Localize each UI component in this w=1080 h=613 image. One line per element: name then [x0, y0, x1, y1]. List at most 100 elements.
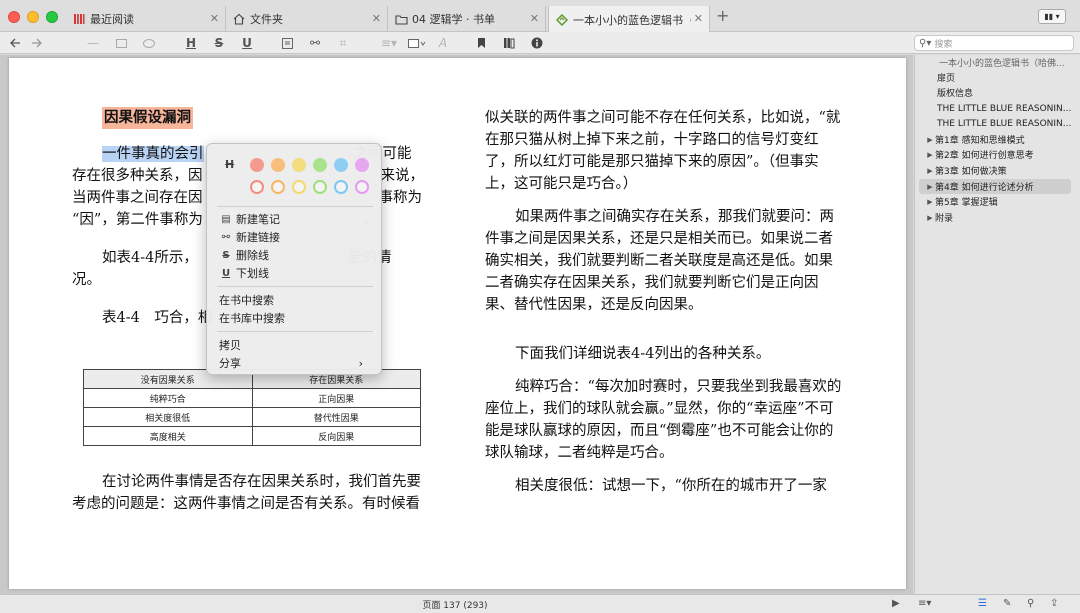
toc-label: 一本小小的蓝色逻辑书（哈佛...	[939, 59, 1065, 69]
color-box-icon[interactable]	[406, 35, 428, 51]
tab-bar: 最近阅读 ✕ 文件夹 ✕ 04 逻辑学 · 书单 ✕ 一本小小的蓝色逻辑书（哈佛…	[0, 0, 1080, 33]
color-swatch-purple[interactable]	[355, 158, 369, 172]
color-swatch-red-light[interactable]	[250, 180, 264, 194]
toc-item-chapter-5[interactable]: ▶ 第5章 掌握逻辑	[915, 194, 1079, 209]
toc-item-chapter-1[interactable]: ▶ 第1章 感知和思维模式	[915, 132, 1079, 147]
tab-reading-list[interactable]: 04 逻辑学 · 书单 ✕	[388, 6, 546, 32]
menu-item-search-library[interactable]: 在书库中搜索	[219, 310, 373, 326]
maximize-window-button[interactable]	[46, 11, 58, 23]
view-mode-button[interactable]: ▮▮ ▾	[1038, 9, 1066, 24]
text-line: 来说，	[380, 168, 425, 184]
close-icon[interactable]: ✕	[694, 12, 703, 25]
color-swatch-purple-light[interactable]	[355, 180, 369, 194]
menu-item-share[interactable]: 分享 ›	[219, 355, 373, 371]
highlight-style-toggle[interactable]: H	[225, 158, 234, 171]
menu-item-underline[interactable]: U 下划线	[219, 265, 373, 281]
toc-item[interactable]: 版权信息	[915, 85, 1079, 100]
rectangle-tool-icon[interactable]	[114, 35, 128, 51]
line-tool-icon[interactable]: —	[86, 35, 100, 51]
highlight-tool[interactable]: H	[184, 35, 198, 51]
search-input[interactable]: ⚲▾ 搜索	[914, 35, 1074, 51]
disclosure-triangle-icon[interactable]: ▶	[925, 183, 935, 191]
text-tool[interactable]: A	[436, 35, 450, 51]
info-icon[interactable]	[530, 35, 544, 51]
color-swatch-green-light[interactable]	[313, 180, 327, 194]
strikethrough-tool[interactable]: S	[212, 35, 226, 51]
underline-tool[interactable]: U	[240, 35, 254, 51]
color-swatch-green[interactable]	[313, 158, 327, 172]
toc-item[interactable]: 扉页	[915, 70, 1079, 85]
link-icon[interactable]: ⚯	[308, 35, 322, 51]
annotations-icon[interactable]: ✎	[1003, 598, 1011, 609]
tab-label: 一本小小的蓝色逻辑书（哈佛大	[573, 13, 691, 27]
menu-item-search-book[interactable]: 在书中搜索	[219, 292, 373, 308]
disclosure-triangle-icon[interactable]: ▶	[925, 167, 935, 175]
ellipse-tool-icon[interactable]	[142, 35, 156, 51]
toc-item-chapter-4[interactable]: ▶ 第4章 如何进行论述分析	[919, 179, 1071, 194]
menu-item-copy[interactable]: 拷贝	[219, 337, 373, 353]
link-icon: ⚯	[221, 231, 231, 243]
page-indicator[interactable]: 页面 137 (293)	[380, 598, 530, 611]
disclosure-triangle-icon[interactable]: ▶	[925, 136, 935, 144]
color-swatch-yellow-light[interactable]	[292, 180, 306, 194]
toc-item-chapter-3[interactable]: ▶ 第3章 如何做决策	[915, 163, 1079, 178]
toc-item-book-title[interactable]: 一本小小的蓝色逻辑书（哈佛...	[915, 55, 1079, 70]
color-swatch-yellow[interactable]	[292, 158, 306, 172]
section-heading[interactable]: 因果假设漏洞	[102, 107, 193, 129]
note-icon[interactable]	[280, 35, 294, 51]
text-line: 当两件事之间存在因	[72, 190, 203, 206]
text-line: 事称为	[378, 190, 423, 206]
search-icon[interactable]: ⚲	[1027, 598, 1034, 609]
close-icon[interactable]: ✕	[372, 12, 381, 25]
close-icon[interactable]: ✕	[210, 12, 219, 25]
color-swatch-blue-light[interactable]	[334, 180, 348, 194]
sidebar-menu-icon[interactable]: ≡▾	[918, 598, 931, 609]
table-cell: 纯粹巧合	[83, 388, 253, 408]
crop-icon[interactable]: ⌗	[336, 35, 350, 51]
text-line: “因”，第二件事称为	[72, 212, 203, 228]
tab-current-book[interactable]: 一本小小的蓝色逻辑书（哈佛大 ✕	[548, 6, 710, 33]
text-line: 如表4-4所示，	[102, 250, 198, 266]
caption-text: 表4-4 巧合，相	[102, 310, 213, 326]
right-column: 似关联的两件事之间可能不存在任何关系，比如说，“就在那只猫从树上掉下来之前，十字…	[485, 107, 847, 497]
toc-item[interactable]: THE LITTLE BLUE REASONIN...	[915, 101, 1079, 116]
disclosure-triangle-icon[interactable]: ▶	[925, 151, 935, 159]
tab-folder[interactable]: 文件夹 ✕	[226, 6, 388, 32]
text-line: 存在很多种关系，因	[72, 168, 203, 184]
underline-icon: U	[221, 267, 231, 279]
tab-recent[interactable]: 最近阅读 ✕	[66, 6, 226, 32]
menu-item-strikethrough[interactable]: S 删除线	[219, 247, 373, 263]
line-style-icon[interactable]: ≡▾	[378, 35, 400, 51]
new-tab-button[interactable]: +	[716, 8, 729, 24]
color-swatch-orange[interactable]	[271, 158, 285, 172]
color-swatch-red[interactable]	[250, 158, 264, 172]
highlighted-text[interactable]: 一件事真的会引	[102, 146, 204, 162]
close-window-button[interactable]	[8, 11, 20, 23]
menu-item-new-link[interactable]: ⚯ 新建链接	[219, 229, 373, 245]
disclosure-triangle-icon[interactable]: ▶	[925, 198, 935, 206]
export-icon[interactable]: ⇪	[1050, 598, 1058, 609]
play-icon[interactable]: ▶	[892, 598, 900, 609]
document-page[interactable]: 因果假设漏洞 一件事真的会引 之间可能 存在很多种关系，因 来说， 当两件事之间存在…	[9, 58, 906, 589]
toc-item[interactable]: THE LITTLE BLUE REASONIN...	[915, 116, 1079, 131]
color-swatch-blue[interactable]	[334, 158, 348, 172]
toc-item-appendix[interactable]: ▶ 附录	[915, 210, 1079, 225]
color-swatch-orange-light[interactable]	[271, 180, 285, 194]
toc-label: 第2章 如何进行创意思考	[935, 151, 1034, 161]
toc-item-chapter-2[interactable]: ▶ 第2章 如何进行创意思考	[915, 147, 1079, 162]
toc-list-icon[interactable]: ☰	[978, 598, 987, 609]
folder-icon	[394, 12, 408, 26]
library-icon[interactable]	[502, 35, 516, 51]
disclosure-triangle-icon[interactable]: ▶	[925, 214, 935, 222]
toc-label: 第3章 如何做决策	[935, 167, 1007, 177]
back-icon[interactable]	[8, 35, 22, 51]
bookmark-icon[interactable]	[474, 35, 488, 51]
paragraph: 在讨论两件事情是否存在因果关系时，我们首先要考虑的问题是：这两件事情之间是否有关…	[72, 474, 421, 512]
close-icon[interactable]: ✕	[530, 12, 539, 25]
menu-item-new-note[interactable]: ▤ 新建笔记	[219, 211, 373, 227]
menu-item-label: 在书库中搜索	[219, 312, 285, 325]
toolbar: — H S U ⚯ ⌗ ≡▾ A ⚲▾ 搜索	[0, 32, 1080, 54]
forward-icon[interactable]	[30, 35, 44, 51]
minimize-window-button[interactable]	[27, 11, 39, 23]
toc-label: 版权信息	[937, 89, 974, 99]
